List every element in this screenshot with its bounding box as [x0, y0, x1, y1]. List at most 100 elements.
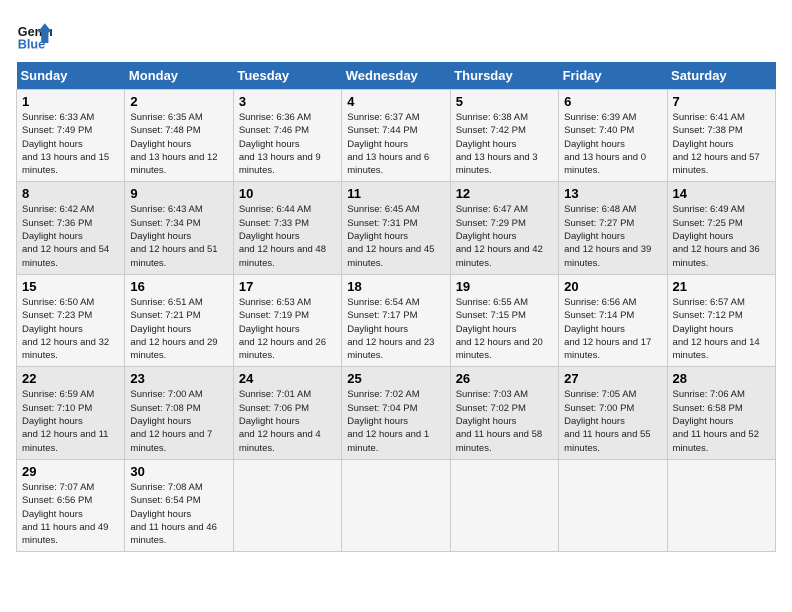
day-number: 9: [130, 186, 227, 201]
day-info: Sunrise: 6:35 AMSunset: 7:48 PMDaylight …: [130, 112, 217, 176]
day-info: Sunrise: 6:53 AMSunset: 7:19 PMDaylight …: [239, 297, 326, 361]
day-number: 25: [347, 371, 444, 386]
day-info: Sunrise: 6:45 AMSunset: 7:31 PMDaylight …: [347, 204, 434, 268]
calendar-day-cell: 19 Sunrise: 6:55 AMSunset: 7:15 PMDaylig…: [450, 274, 558, 366]
svg-text:Blue: Blue: [18, 37, 45, 51]
calendar-day-cell: 27 Sunrise: 7:05 AMSunset: 7:00 PMDaylig…: [559, 367, 667, 459]
day-info: Sunrise: 6:42 AMSunset: 7:36 PMDaylight …: [22, 204, 109, 268]
calendar-day-cell: 6 Sunrise: 6:39 AMSunset: 7:40 PMDayligh…: [559, 90, 667, 182]
calendar-day-cell: 23 Sunrise: 7:00 AMSunset: 7:08 PMDaylig…: [125, 367, 233, 459]
day-number: 18: [347, 279, 444, 294]
day-info: Sunrise: 6:41 AMSunset: 7:38 PMDaylight …: [673, 112, 760, 176]
day-info: Sunrise: 6:49 AMSunset: 7:25 PMDaylight …: [673, 204, 760, 268]
calendar-week-row: 8 Sunrise: 6:42 AMSunset: 7:36 PMDayligh…: [17, 182, 776, 274]
day-info: Sunrise: 6:39 AMSunset: 7:40 PMDaylight …: [564, 112, 646, 176]
day-number: 15: [22, 279, 119, 294]
day-of-week-header: Sunday: [17, 62, 125, 90]
day-number: 29: [22, 464, 119, 479]
day-of-week-header: Friday: [559, 62, 667, 90]
day-info: Sunrise: 6:48 AMSunset: 7:27 PMDaylight …: [564, 204, 651, 268]
calendar-day-cell: 18 Sunrise: 6:54 AMSunset: 7:17 PMDaylig…: [342, 274, 450, 366]
calendar-day-cell: [450, 459, 558, 551]
day-number: 4: [347, 94, 444, 109]
day-of-week-header: Saturday: [667, 62, 775, 90]
page-header: General Blue: [16, 16, 776, 52]
day-info: Sunrise: 7:02 AMSunset: 7:04 PMDaylight …: [347, 389, 429, 453]
calendar-day-cell: 5 Sunrise: 6:38 AMSunset: 7:42 PMDayligh…: [450, 90, 558, 182]
day-of-week-header: Thursday: [450, 62, 558, 90]
day-info: Sunrise: 6:50 AMSunset: 7:23 PMDaylight …: [22, 297, 109, 361]
calendar-day-cell: 30 Sunrise: 7:08 AMSunset: 6:54 PMDaylig…: [125, 459, 233, 551]
day-info: Sunrise: 7:01 AMSunset: 7:06 PMDaylight …: [239, 389, 321, 453]
day-number: 1: [22, 94, 119, 109]
day-info: Sunrise: 7:06 AMSunset: 6:58 PMDaylight …: [673, 389, 759, 453]
calendar-day-cell: 9 Sunrise: 6:43 AMSunset: 7:34 PMDayligh…: [125, 182, 233, 274]
day-info: Sunrise: 7:05 AMSunset: 7:00 PMDaylight …: [564, 389, 650, 453]
day-number: 10: [239, 186, 336, 201]
calendar-day-cell: 8 Sunrise: 6:42 AMSunset: 7:36 PMDayligh…: [17, 182, 125, 274]
day-info: Sunrise: 6:56 AMSunset: 7:14 PMDaylight …: [564, 297, 651, 361]
calendar-body: 1 Sunrise: 6:33 AMSunset: 7:49 PMDayligh…: [17, 90, 776, 552]
day-number: 24: [239, 371, 336, 386]
day-number: 16: [130, 279, 227, 294]
calendar-day-cell: 21 Sunrise: 6:57 AMSunset: 7:12 PMDaylig…: [667, 274, 775, 366]
calendar-day-cell: 28 Sunrise: 7:06 AMSunset: 6:58 PMDaylig…: [667, 367, 775, 459]
day-info: Sunrise: 6:55 AMSunset: 7:15 PMDaylight …: [456, 297, 543, 361]
calendar-day-cell: 16 Sunrise: 6:51 AMSunset: 7:21 PMDaylig…: [125, 274, 233, 366]
day-number: 19: [456, 279, 553, 294]
day-info: Sunrise: 6:43 AMSunset: 7:34 PMDaylight …: [130, 204, 217, 268]
calendar-day-cell: 25 Sunrise: 7:02 AMSunset: 7:04 PMDaylig…: [342, 367, 450, 459]
calendar-day-cell: 15 Sunrise: 6:50 AMSunset: 7:23 PMDaylig…: [17, 274, 125, 366]
calendar-week-row: 15 Sunrise: 6:50 AMSunset: 7:23 PMDaylig…: [17, 274, 776, 366]
calendar-day-cell: [667, 459, 775, 551]
day-number: 20: [564, 279, 661, 294]
day-number: 8: [22, 186, 119, 201]
day-number: 2: [130, 94, 227, 109]
day-number: 11: [347, 186, 444, 201]
day-number: 7: [673, 94, 770, 109]
day-number: 6: [564, 94, 661, 109]
calendar-day-cell: 1 Sunrise: 6:33 AMSunset: 7:49 PMDayligh…: [17, 90, 125, 182]
day-number: 23: [130, 371, 227, 386]
calendar-header-row: SundayMondayTuesdayWednesdayThursdayFrid…: [17, 62, 776, 90]
day-info: Sunrise: 7:00 AMSunset: 7:08 PMDaylight …: [130, 389, 212, 453]
calendar-day-cell: 13 Sunrise: 6:48 AMSunset: 7:27 PMDaylig…: [559, 182, 667, 274]
day-info: Sunrise: 6:59 AMSunset: 7:10 PMDaylight …: [22, 389, 108, 453]
day-of-week-header: Tuesday: [233, 62, 341, 90]
day-number: 28: [673, 371, 770, 386]
day-info: Sunrise: 6:51 AMSunset: 7:21 PMDaylight …: [130, 297, 217, 361]
day-of-week-header: Monday: [125, 62, 233, 90]
day-info: Sunrise: 6:37 AMSunset: 7:44 PMDaylight …: [347, 112, 429, 176]
calendar-day-cell: [342, 459, 450, 551]
day-number: 14: [673, 186, 770, 201]
day-info: Sunrise: 6:44 AMSunset: 7:33 PMDaylight …: [239, 204, 326, 268]
calendar-day-cell: [233, 459, 341, 551]
day-info: Sunrise: 6:38 AMSunset: 7:42 PMDaylight …: [456, 112, 538, 176]
day-info: Sunrise: 7:07 AMSunset: 6:56 PMDaylight …: [22, 482, 108, 546]
calendar-week-row: 22 Sunrise: 6:59 AMSunset: 7:10 PMDaylig…: [17, 367, 776, 459]
day-info: Sunrise: 6:33 AMSunset: 7:49 PMDaylight …: [22, 112, 109, 176]
calendar-day-cell: 10 Sunrise: 6:44 AMSunset: 7:33 PMDaylig…: [233, 182, 341, 274]
day-number: 22: [22, 371, 119, 386]
logo-icon: General Blue: [16, 16, 52, 52]
calendar-day-cell: 29 Sunrise: 7:07 AMSunset: 6:56 PMDaylig…: [17, 459, 125, 551]
calendar-day-cell: 11 Sunrise: 6:45 AMSunset: 7:31 PMDaylig…: [342, 182, 450, 274]
calendar-day-cell: 2 Sunrise: 6:35 AMSunset: 7:48 PMDayligh…: [125, 90, 233, 182]
calendar-day-cell: 4 Sunrise: 6:37 AMSunset: 7:44 PMDayligh…: [342, 90, 450, 182]
calendar-day-cell: [559, 459, 667, 551]
day-info: Sunrise: 6:36 AMSunset: 7:46 PMDaylight …: [239, 112, 321, 176]
day-number: 12: [456, 186, 553, 201]
calendar-day-cell: 24 Sunrise: 7:01 AMSunset: 7:06 PMDaylig…: [233, 367, 341, 459]
calendar-table: SundayMondayTuesdayWednesdayThursdayFrid…: [16, 62, 776, 552]
calendar-day-cell: 17 Sunrise: 6:53 AMSunset: 7:19 PMDaylig…: [233, 274, 341, 366]
calendar-day-cell: 26 Sunrise: 7:03 AMSunset: 7:02 PMDaylig…: [450, 367, 558, 459]
calendar-week-row: 29 Sunrise: 7:07 AMSunset: 6:56 PMDaylig…: [17, 459, 776, 551]
calendar-day-cell: 14 Sunrise: 6:49 AMSunset: 7:25 PMDaylig…: [667, 182, 775, 274]
day-info: Sunrise: 6:47 AMSunset: 7:29 PMDaylight …: [456, 204, 543, 268]
day-number: 26: [456, 371, 553, 386]
calendar-day-cell: 3 Sunrise: 6:36 AMSunset: 7:46 PMDayligh…: [233, 90, 341, 182]
day-of-week-header: Wednesday: [342, 62, 450, 90]
day-number: 30: [130, 464, 227, 479]
day-info: Sunrise: 6:57 AMSunset: 7:12 PMDaylight …: [673, 297, 760, 361]
calendar-day-cell: 7 Sunrise: 6:41 AMSunset: 7:38 PMDayligh…: [667, 90, 775, 182]
